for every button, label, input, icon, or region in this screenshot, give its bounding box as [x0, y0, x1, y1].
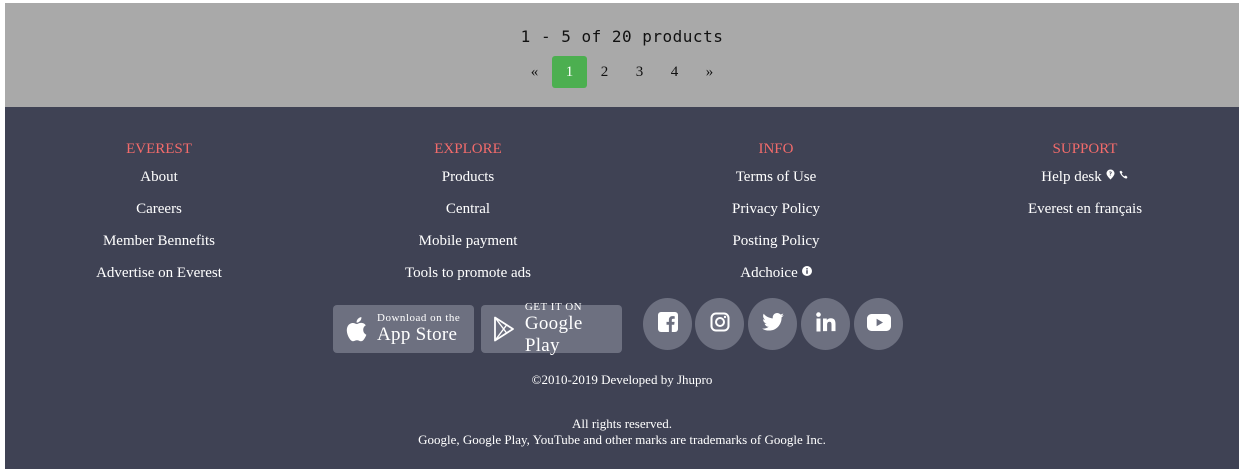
- column-title: EXPLORE: [434, 141, 502, 157]
- adchoice-label: Adchoice: [740, 265, 798, 281]
- play-store-icon: [491, 314, 517, 344]
- results-summary: 1 - 5 of 20 products: [520, 27, 724, 46]
- footer-link-adchoice[interactable]: Adchoice: [646, 257, 906, 289]
- page-button-4[interactable]: 4: [657, 56, 692, 88]
- footer-link-terms[interactable]: Terms of Use: [646, 161, 906, 193]
- trademark-text: Google, Google Play, YouTube and other m…: [418, 432, 826, 447]
- footer-link-privacy[interactable]: Privacy Policy: [646, 193, 906, 225]
- facebook-icon: [657, 312, 678, 336]
- phone-icon: [1119, 162, 1129, 194]
- pagination: « 1 2 3 4 »: [5, 56, 1239, 88]
- footer-link-member-benefits[interactable]: Member Bennefits: [29, 225, 289, 257]
- help-desk-label: Help desk: [1041, 169, 1102, 185]
- instagram-button[interactable]: [695, 298, 744, 350]
- info-icon: [801, 258, 812, 290]
- apple-icon: [343, 314, 369, 344]
- app-store-button[interactable]: Download on the App Store: [333, 305, 474, 353]
- prev-page-button[interactable]: «: [517, 56, 552, 88]
- footer-link-tools[interactable]: Tools to promote ads: [338, 257, 598, 289]
- instagram-icon: [710, 312, 730, 336]
- column-title: INFO: [758, 141, 794, 157]
- help-icon: ?: [1106, 162, 1115, 194]
- page: 1 - 5 of 20 products « 1 2 3 4 » EVEREST…: [5, 3, 1239, 469]
- page-button-2[interactable]: 2: [587, 56, 622, 88]
- column-title: SUPPORT: [1052, 141, 1118, 157]
- google-play-big: Google Play: [524, 313, 583, 356]
- next-page-button[interactable]: »: [692, 56, 727, 88]
- google-play-text: GET IT ON Google Play: [525, 301, 622, 357]
- twitter-button[interactable]: [748, 298, 797, 350]
- site-footer: EVEREST About Careers Member Bennefits A…: [5, 107, 1239, 469]
- pagination-section: 1 - 5 of 20 products « 1 2 3 4 »: [5, 3, 1239, 107]
- app-store-text: Download on the App Store: [377, 312, 460, 346]
- google-play-button[interactable]: GET IT ON Google Play: [481, 301, 622, 356]
- footer-column-explore: EXPLORE Products Central Mobile payment …: [338, 137, 598, 289]
- app-store-big: App Store: [377, 324, 458, 345]
- google-play-small: GET IT ON: [524, 301, 583, 313]
- footer-link-central[interactable]: Central: [338, 193, 598, 225]
- footer-link-products[interactable]: Products: [338, 161, 598, 193]
- youtube-button[interactable]: [854, 298, 903, 350]
- footer-link-mobile-payment[interactable]: Mobile payment: [338, 225, 598, 257]
- footer-link-advertise[interactable]: Advertise on Everest: [29, 257, 289, 289]
- footer-link-posting-policy[interactable]: Posting Policy: [646, 225, 906, 257]
- footer-link-careers[interactable]: Careers: [29, 193, 289, 225]
- footer-link-help-desk[interactable]: Help desk?: [955, 161, 1215, 193]
- footer-column-info: INFO Terms of Use Privacy Policy Posting…: [646, 137, 906, 289]
- rights-text: All rights reserved.: [571, 416, 672, 431]
- copyright-text: ©2010-2019 Developed by Jhupro: [531, 372, 713, 387]
- footer-link-french[interactable]: Everest en français: [955, 193, 1215, 225]
- linkedin-button[interactable]: [801, 298, 850, 350]
- column-title: EVEREST: [126, 141, 192, 157]
- youtube-icon: [866, 313, 891, 335]
- app-store-small: Download on the: [377, 312, 461, 324]
- footer-link-about[interactable]: About: [29, 161, 289, 193]
- page-button-1[interactable]: 1: [552, 56, 587, 88]
- facebook-button[interactable]: [643, 298, 692, 350]
- twitter-icon: [761, 313, 784, 335]
- footer-column-everest: EVEREST About Careers Member Bennefits A…: [29, 137, 289, 289]
- page-button-3[interactable]: 3: [622, 56, 657, 88]
- linkedin-icon: [815, 312, 836, 336]
- footer-column-support: SUPPORT Help desk? Everest en français: [955, 137, 1215, 225]
- svg-text:?: ?: [1109, 171, 1112, 177]
